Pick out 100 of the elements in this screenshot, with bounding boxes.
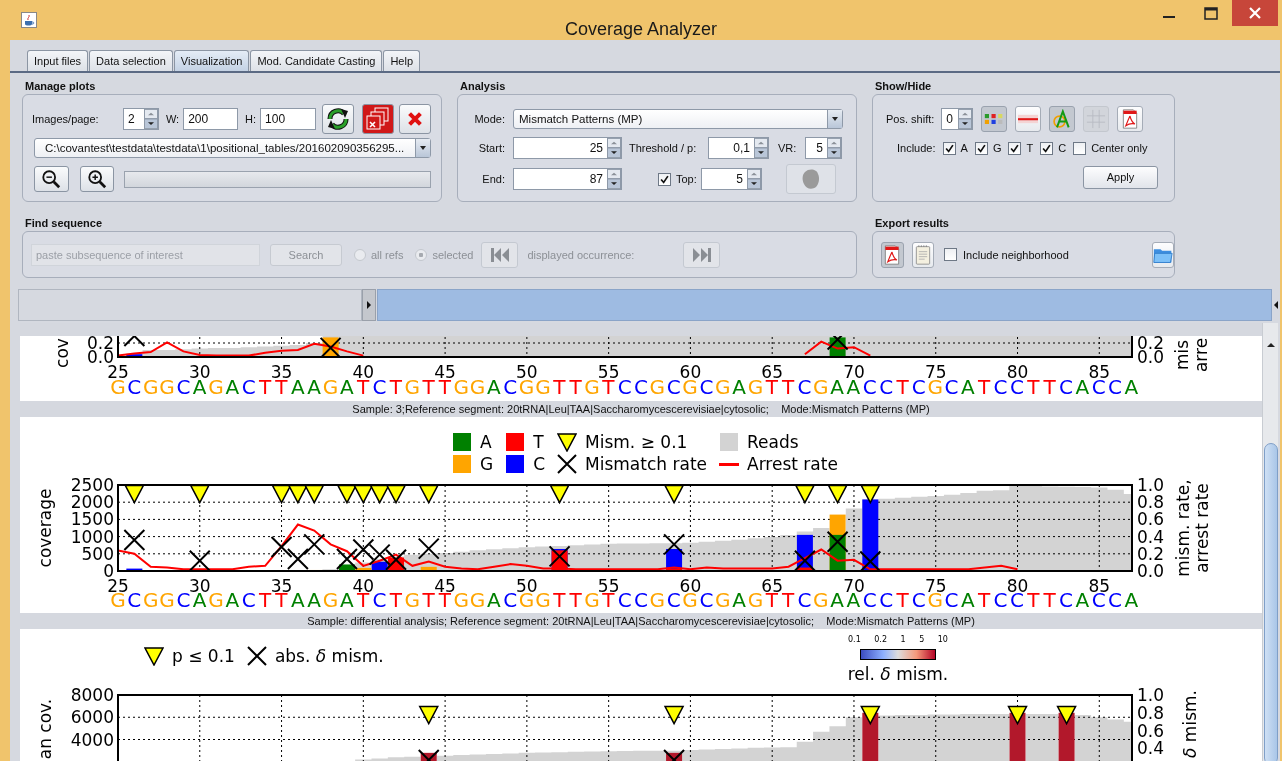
axis-tick-label: 0.4 [1137, 739, 1165, 757]
base-letter: T [977, 375, 992, 399]
axis-tick-label: 2000 [70, 493, 114, 511]
base-letter: C [992, 588, 1008, 612]
axis-tick-label: 75 [924, 363, 947, 381]
group-title: Manage plots [25, 79, 96, 93]
colorbar-title: rel. δ mism. [847, 665, 949, 684]
field-label: End: [481, 173, 505, 185]
checkbox-label: Include neighborhood [963, 248, 1070, 261]
base-letter: G [158, 375, 176, 399]
base-letter: T [552, 588, 567, 612]
base-letter: T [421, 375, 435, 399]
base-letter: A [290, 588, 306, 612]
base-letter: T [388, 375, 403, 399]
base-letter: T [388, 588, 403, 612]
field-label: VR: [778, 142, 798, 154]
base-letter: G [208, 588, 225, 612]
base-letter: C [944, 375, 960, 399]
axis-tick-label: 60 [679, 363, 702, 381]
base-letter: T [421, 588, 435, 612]
base-letter: T [257, 375, 272, 399]
axis-tick-label: 0.8 [1137, 704, 1165, 722]
base-letter: C [372, 375, 388, 399]
group-title: Find sequence [25, 216, 103, 230]
base-letter: A [960, 588, 976, 612]
axis-tick-label: 6000 [70, 708, 114, 726]
legend-label: Arrest rate [747, 454, 838, 474]
field-label: Threshold / p: [629, 142, 698, 154]
base-letter: C [992, 375, 1008, 399]
base-letter: C [240, 588, 257, 612]
legend-label: A [480, 432, 492, 452]
checkbox-label: A [960, 142, 968, 154]
base-letter: T [781, 588, 796, 612]
legend-label: Mismatch rate [585, 454, 707, 474]
base-letter: A [731, 375, 747, 399]
base-letter: T [1042, 588, 1057, 612]
base-letter: T [257, 588, 272, 612]
base-letter: T [1042, 375, 1057, 399]
base-letter: C [699, 375, 715, 399]
axis-tick-label: 0.0 [1137, 348, 1165, 366]
base-letter: G [649, 588, 666, 612]
checkbox-label: Top: [676, 173, 698, 185]
base-letter: G [453, 375, 470, 399]
base-letter: C [910, 588, 926, 612]
base-letter: C [617, 375, 633, 399]
axis-title: mis arre [1173, 337, 1211, 373]
base-letter: G [322, 375, 339, 399]
base-letter: G [535, 588, 552, 612]
base-letter: T [568, 375, 583, 399]
base-letter: G [714, 588, 731, 612]
base-letter: C [1057, 588, 1074, 612]
colorbar-tick-label: 0.2 [874, 635, 887, 645]
base-letter: G [142, 588, 159, 612]
axis-tick-label: 0.4 [1137, 528, 1165, 546]
base-letter: T [1027, 375, 1041, 399]
base-letter: G [714, 375, 731, 399]
base-letter: G [469, 588, 486, 612]
base-letter: C [878, 375, 895, 399]
base-letter: A [338, 375, 354, 399]
legend-label: p ≤ 0.1 [172, 646, 235, 666]
base-letter: C [502, 588, 518, 612]
base-letter: A [960, 375, 976, 399]
base-letter: C [796, 588, 813, 612]
base-letter: A [829, 588, 844, 612]
base-letter: G [404, 375, 421, 399]
axis-title: cov [52, 338, 72, 368]
colorbar-tick-label: 5 [919, 635, 925, 645]
base-letter: C [862, 375, 878, 399]
base-letter: A [290, 375, 306, 399]
axis-tick-label: 1.0 [1137, 476, 1165, 494]
base-letter: C [699, 588, 715, 612]
base-letter: C [633, 375, 649, 399]
base-letter: A [486, 375, 502, 399]
axis-title: coverage [35, 488, 55, 568]
base-letter: C [665, 375, 681, 399]
field-label: Include: [897, 142, 936, 154]
base-letter: A [731, 588, 747, 612]
base-letter: T [568, 588, 583, 612]
base-letter: G [812, 375, 829, 399]
checkbox-label: T [1026, 142, 1034, 154]
base-letter: G [583, 375, 601, 399]
base-letter: A [1074, 588, 1090, 612]
base-letter: A [1123, 375, 1140, 399]
axis-tick-label: 0.0 [86, 348, 114, 366]
base-letter: T [977, 588, 992, 612]
base-letter: C [175, 588, 191, 612]
field-label: H: [245, 113, 257, 125]
axis-tick-label: 4000 [70, 731, 114, 748]
base-letter: G [469, 375, 486, 399]
base-letter: G [812, 588, 829, 612]
checkbox-label: G [992, 142, 1002, 154]
base-letter: G [142, 375, 159, 399]
base-letter: C [944, 588, 960, 612]
base-letter: C [372, 588, 388, 612]
base-letter: C [796, 375, 813, 399]
axis-tick-label: 50 [516, 363, 538, 381]
legend-label: C [533, 454, 546, 474]
field-label: W: [165, 113, 180, 125]
base-letter: A [224, 588, 241, 612]
axis-tick-label: 0.8 [1137, 493, 1165, 511]
